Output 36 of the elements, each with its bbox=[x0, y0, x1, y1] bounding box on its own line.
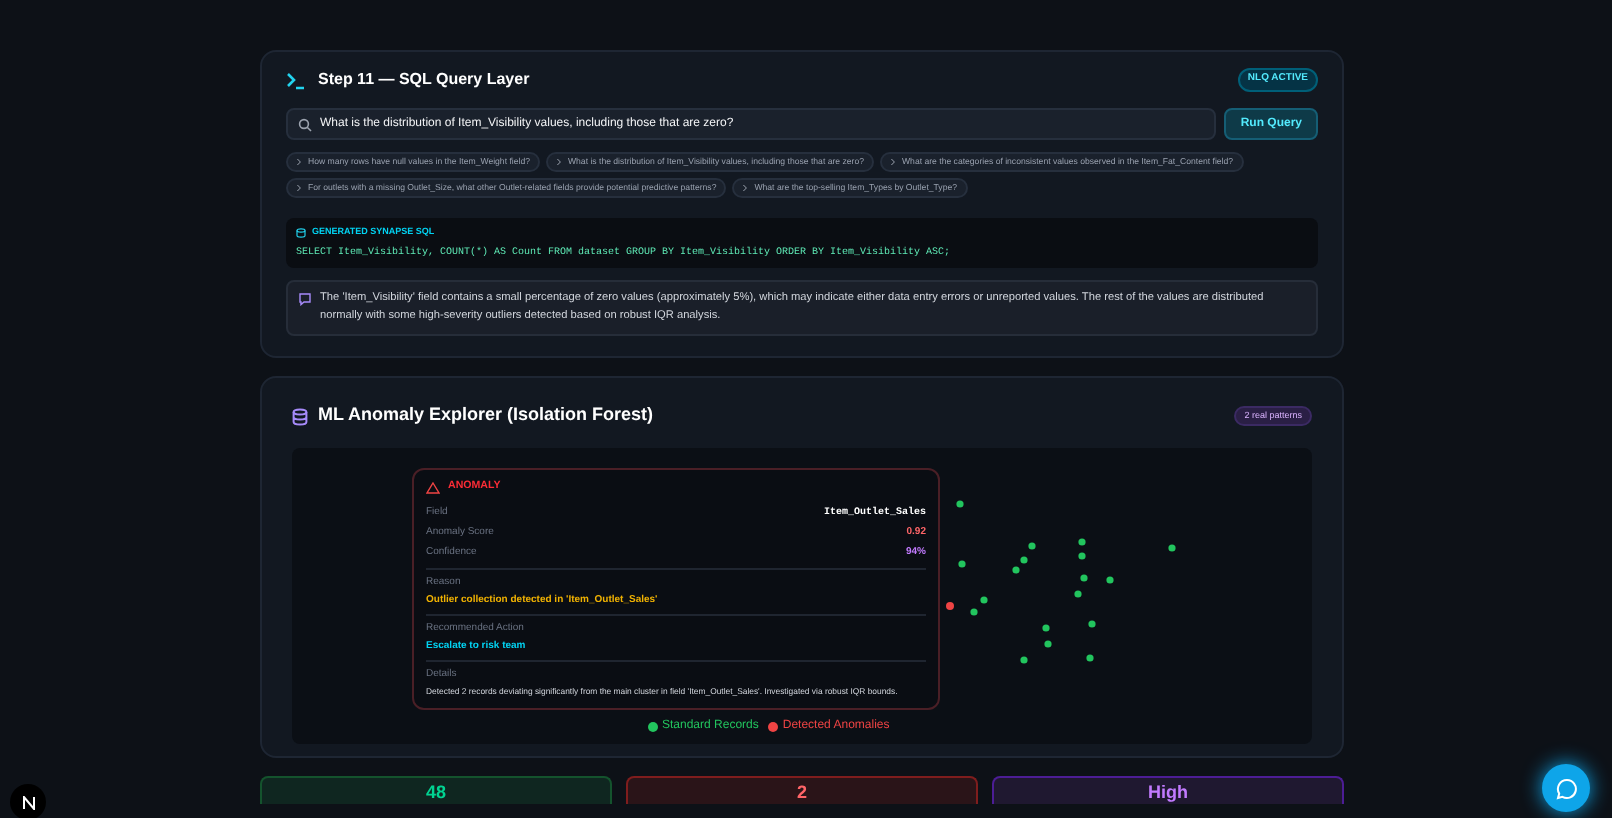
data-point bbox=[1080, 573, 1088, 582]
panel-title: Step 11 — SQL Query Layer bbox=[318, 68, 530, 92]
stat-value: 48 bbox=[425, 781, 446, 804]
panel-title: ML Anomaly Explorer (Isolation Forest) bbox=[318, 402, 654, 429]
search-icon bbox=[298, 117, 312, 131]
chevron-icon bbox=[296, 158, 302, 166]
data-point bbox=[1078, 537, 1086, 546]
data-point bbox=[1078, 551, 1086, 560]
data-point bbox=[1168, 543, 1176, 552]
data-point bbox=[980, 595, 988, 604]
data-point bbox=[1042, 623, 1050, 632]
warning-icon bbox=[426, 481, 440, 494]
data-point bbox=[1028, 541, 1036, 550]
data-point bbox=[1074, 589, 1082, 598]
chevron-icon bbox=[742, 184, 749, 192]
data-point bbox=[1106, 575, 1114, 584]
data-point bbox=[958, 559, 966, 568]
data-point bbox=[1020, 655, 1028, 664]
chat-button[interactable] bbox=[1542, 764, 1590, 812]
data-point bbox=[970, 607, 978, 616]
chat-bubble-icon bbox=[298, 292, 312, 307]
database-icon bbox=[292, 407, 308, 425]
data-point bbox=[956, 499, 964, 508]
terminal-icon bbox=[286, 71, 306, 89]
data-point bbox=[1044, 639, 1052, 648]
anomaly-point bbox=[946, 601, 954, 610]
chevron-icon bbox=[555, 158, 562, 166]
data-point bbox=[1086, 653, 1094, 662]
chat-bubble-icon bbox=[1555, 777, 1577, 799]
stat-value: 2 bbox=[796, 781, 807, 804]
database-icon bbox=[296, 227, 306, 238]
chevron-icon bbox=[890, 158, 896, 166]
letter-n-icon bbox=[21, 795, 35, 809]
stat-value: High bbox=[1148, 781, 1188, 804]
data-point bbox=[1088, 619, 1096, 628]
chevron-icon bbox=[296, 184, 302, 192]
